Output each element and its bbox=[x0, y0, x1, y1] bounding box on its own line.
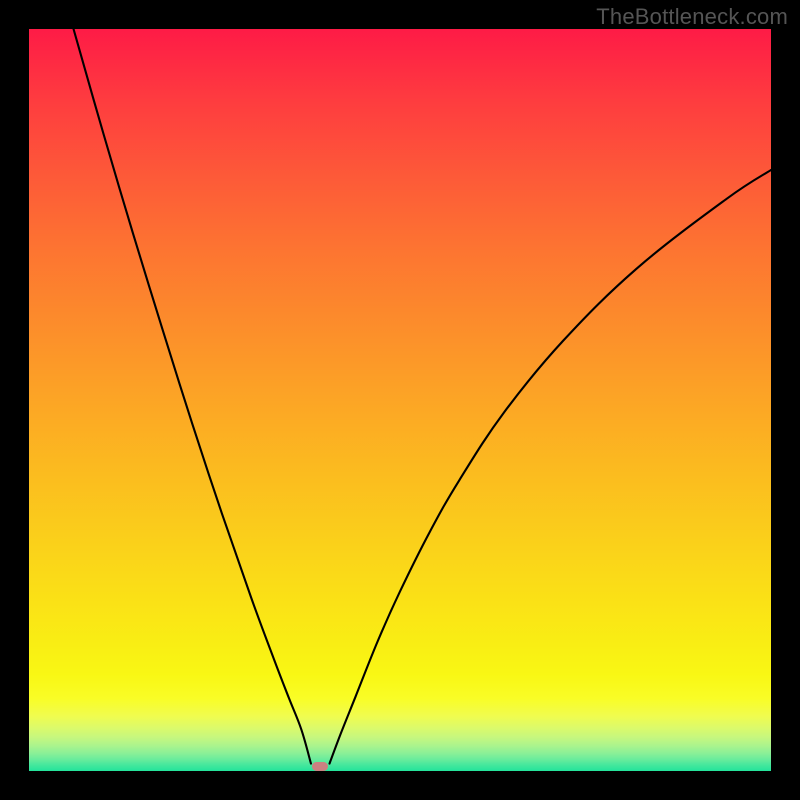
plot-area bbox=[29, 29, 771, 771]
chart-svg bbox=[29, 29, 771, 771]
minimum-marker bbox=[312, 762, 328, 771]
chart-frame: TheBottleneck.com bbox=[0, 0, 800, 800]
gradient-background bbox=[29, 29, 771, 771]
watermark-text: TheBottleneck.com bbox=[596, 4, 788, 30]
